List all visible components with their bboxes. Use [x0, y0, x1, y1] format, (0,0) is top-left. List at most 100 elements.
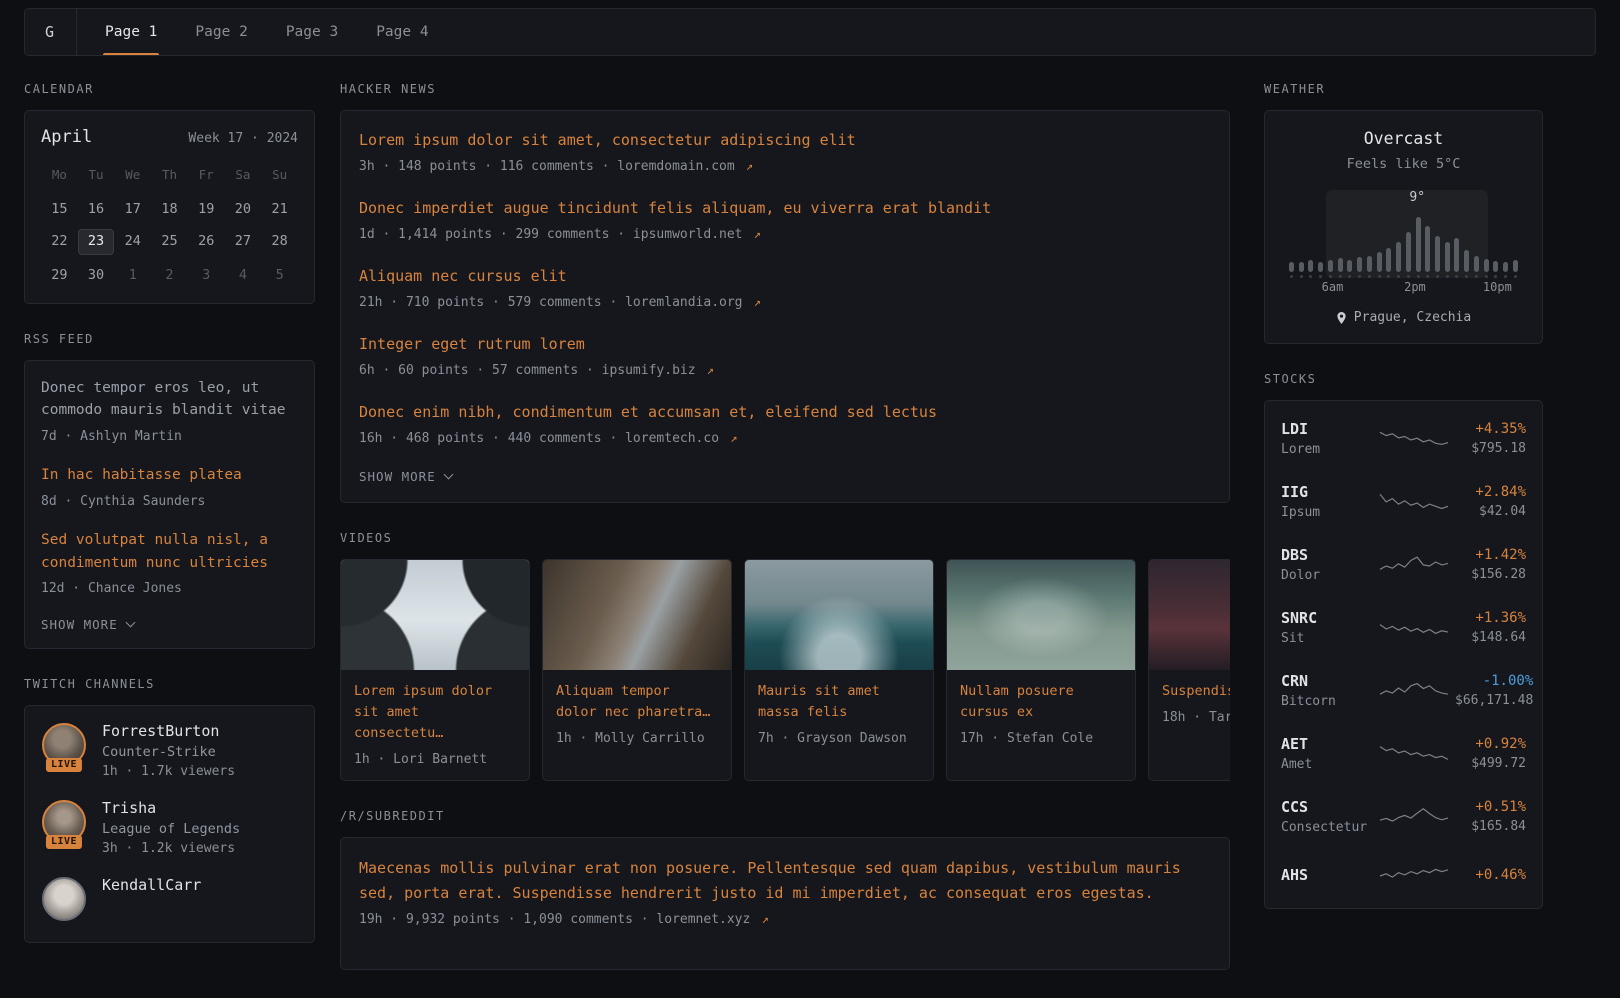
stock-sparkline: [1379, 861, 1449, 889]
external-link-icon[interactable]: ↗: [747, 295, 761, 309]
weather-bar-column: [1318, 262, 1323, 278]
video-thumbnail[interactable]: [543, 560, 731, 670]
video-card-body: Lorem ipsum dolor sit amet consectetu…1h…: [341, 670, 529, 780]
weather-bar: [1425, 226, 1430, 272]
hacker-news-show-more-button[interactable]: SHOW MORE: [359, 469, 1211, 484]
tab-page-1[interactable]: Page 1: [105, 9, 157, 55]
calendar-date[interactable]: 24: [114, 229, 151, 253]
external-link-icon[interactable]: ↗: [754, 912, 768, 926]
rss-item-title[interactable]: Sed volutpat nulla nisl, a condimentum n…: [41, 529, 298, 574]
weather-bar-column: [1308, 260, 1313, 278]
calendar-date[interactable]: 27: [225, 229, 262, 253]
rss-item-title[interactable]: In hac habitasse platea: [41, 464, 298, 486]
calendar-date[interactable]: 25: [151, 229, 188, 253]
calendar-date[interactable]: 2: [151, 263, 188, 287]
external-link-icon[interactable]: ↗: [739, 159, 753, 173]
twitch-section-title: TWITCH CHANNELS: [24, 677, 315, 691]
video-title[interactable]: Aliquam tempor dolor nec pharetra…: [556, 681, 718, 723]
tab-page-4[interactable]: Page 4: [376, 9, 428, 55]
stock-symbol: CCS: [1281, 798, 1373, 816]
weather-bar: [1513, 260, 1518, 272]
weather-bar-column: [1338, 258, 1343, 278]
calendar-date[interactable]: 21: [261, 197, 298, 221]
calendar-date[interactable]: 15: [41, 197, 78, 221]
video-card-body: Mauris sit amet massa felis7h · Grayson …: [745, 670, 933, 759]
video-card[interactable]: Mauris sit amet massa felis7h · Grayson …: [744, 559, 934, 781]
app-logo[interactable]: G: [45, 9, 77, 55]
stock-row[interactable]: AHS+0.46%: [1281, 848, 1526, 902]
stock-row[interactable]: SNRCSit+1.36%$148.64: [1281, 596, 1526, 659]
hacker-news-item-title[interactable]: Aliquam nec cursus elit: [359, 265, 1211, 288]
calendar-date[interactable]: 28: [261, 229, 298, 253]
hacker-news-item-title[interactable]: Integer eget rutrum lorem: [359, 333, 1211, 356]
weather-bar: [1435, 236, 1440, 272]
twitch-avatar[interactable]: LIVE: [41, 799, 87, 845]
weather-bar-column: [1386, 248, 1391, 278]
twitch-channel-name[interactable]: ForrestBurton: [102, 722, 235, 740]
calendar-date[interactable]: 17: [114, 197, 151, 221]
calendar-date[interactable]: 16: [78, 197, 115, 221]
stock-row[interactable]: AETAmet+0.92%$499.72: [1281, 722, 1526, 785]
weather-temp-label: 9°: [1409, 190, 1425, 205]
video-title[interactable]: Nullam posuere cursus ex: [960, 681, 1122, 723]
tab-page-3[interactable]: Page 3: [286, 9, 338, 55]
video-title[interactable]: Lorem ipsum dolor sit amet consectetu…: [354, 681, 516, 744]
stock-row[interactable]: CCSConsectetur+0.51%$165.84: [1281, 785, 1526, 848]
video-card[interactable]: Suspendisse diam18h · Tara: [1148, 559, 1230, 781]
hacker-news-item-title[interactable]: Donec enim nibh, condimentum et accumsan…: [359, 401, 1211, 424]
calendar-date[interactable]: 1: [114, 263, 151, 287]
subreddit-panel: Maecenas mollis pulvinar erat non posuer…: [340, 837, 1230, 970]
video-title[interactable]: Suspendisse diam: [1162, 681, 1230, 702]
hacker-news-item-title[interactable]: Donec imperdiet augue tincidunt felis al…: [359, 197, 1211, 220]
stock-change: +1.42%: [1471, 547, 1526, 563]
video-thumbnail[interactable]: [947, 560, 1135, 670]
video-title[interactable]: Mauris sit amet massa felis: [758, 681, 920, 723]
calendar-date[interactable]: 29: [41, 263, 78, 287]
twitch-avatar[interactable]: LIVE: [41, 722, 87, 768]
rss-item-title[interactable]: Donec tempor eros leo, ut commodo mauris…: [41, 377, 298, 422]
calendar-date[interactable]: 20: [225, 197, 262, 221]
stock-change: -1.00%: [1455, 673, 1533, 689]
calendar-date[interactable]: 26: [188, 229, 225, 253]
twitch-avatar[interactable]: [41, 876, 87, 922]
twitch-channel-name[interactable]: Trisha: [102, 799, 240, 817]
calendar-date-selected[interactable]: 23: [78, 229, 115, 255]
rss-show-more-button[interactable]: SHOW MORE: [41, 617, 298, 632]
calendar-date[interactable]: 4: [225, 263, 262, 287]
video-thumbnail[interactable]: [745, 560, 933, 670]
external-link-icon[interactable]: ↗: [700, 363, 714, 377]
video-card[interactable]: Lorem ipsum dolor sit amet consectetu…1h…: [340, 559, 530, 781]
calendar-day-header: Sa: [225, 163, 262, 187]
tab-page-2[interactable]: Page 2: [195, 9, 247, 55]
subreddit-post-title[interactable]: Maecenas mollis pulvinar erat non posuer…: [359, 856, 1211, 906]
left-column: CALENDAR April Week 17 · 2024 MoTuWeThFr…: [24, 82, 315, 971]
calendar-date[interactable]: 22: [41, 229, 78, 253]
weather-bar-dot: [1300, 275, 1303, 278]
stock-symbol: IIG: [1281, 483, 1373, 501]
stock-row[interactable]: CRNBitcorn-1.00%$66,171.48: [1281, 659, 1526, 722]
calendar-date[interactable]: 3: [188, 263, 225, 287]
external-link-icon[interactable]: ↗: [747, 227, 761, 241]
video-card[interactable]: Aliquam tempor dolor nec pharetra…1h · M…: [542, 559, 732, 781]
calendar-date[interactable]: 19: [188, 197, 225, 221]
calendar-date[interactable]: 18: [151, 197, 188, 221]
stock-change: +0.51%: [1471, 799, 1526, 815]
external-link-icon[interactable]: ↗: [723, 431, 737, 445]
stock-row[interactable]: LDILorem+4.35%$795.18: [1281, 407, 1526, 470]
calendar-date[interactable]: 5: [261, 263, 298, 287]
video-thumbnail[interactable]: [341, 560, 529, 670]
stock-row[interactable]: IIGIpsum+2.84%$42.04: [1281, 470, 1526, 533]
location-pin-icon: [1336, 311, 1347, 325]
weather-bar: [1328, 260, 1333, 272]
weather-bar-dot: [1397, 275, 1400, 278]
stock-identity: CCSConsectetur: [1281, 798, 1373, 835]
stock-row[interactable]: DBSDolor+1.42%$156.28: [1281, 533, 1526, 596]
calendar-date[interactable]: 30: [78, 263, 115, 287]
video-thumbnail[interactable]: [1149, 560, 1230, 670]
weather-bar-column: [1406, 232, 1411, 278]
hacker-news-item-title[interactable]: Lorem ipsum dolor sit amet, consectetur …: [359, 129, 1211, 152]
twitch-channel-name[interactable]: KendallCarr: [102, 876, 201, 894]
stock-identity: CRNBitcorn: [1281, 672, 1373, 709]
video-card[interactable]: Nullam posuere cursus ex17h · Stefan Col…: [946, 559, 1136, 781]
calendar-week-year: Week 17 · 2024: [188, 131, 298, 146]
